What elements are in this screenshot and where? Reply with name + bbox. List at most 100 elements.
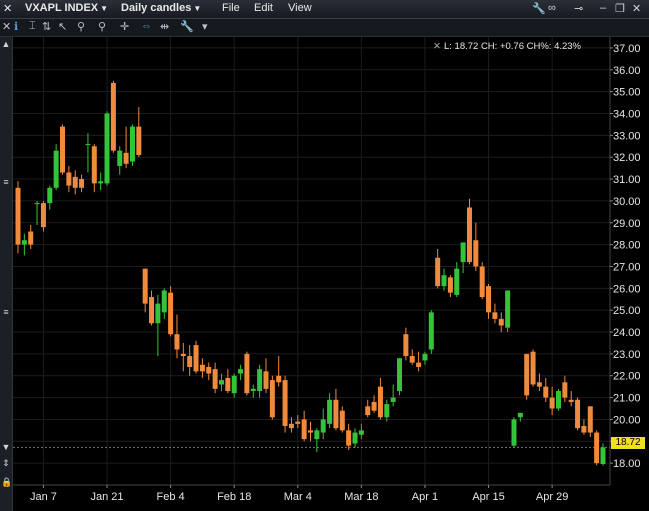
tools-icon[interactable]: 🔧 bbox=[180, 20, 194, 33]
candle-body bbox=[384, 404, 390, 418]
wrench-icon[interactable]: 🔧 bbox=[532, 2, 546, 15]
info-icon[interactable]: ℹ bbox=[14, 20, 18, 33]
candle-body bbox=[129, 126, 135, 162]
crosshair-icon[interactable]: ✛ bbox=[120, 20, 129, 33]
candle-body bbox=[403, 334, 409, 357]
crosshair-off-icon[interactable]: ✕ bbox=[2, 20, 11, 33]
candle-body bbox=[250, 388, 256, 392]
lock-icon[interactable]: 🔒 bbox=[1, 477, 12, 488]
y-tick-label: 34.00 bbox=[613, 108, 641, 120]
candle-body bbox=[339, 410, 345, 431]
chain-icon[interactable]: ⊸ bbox=[574, 2, 583, 15]
minimize-icon[interactable]: – bbox=[600, 2, 606, 14]
period-dropdown[interactable]: Daily candles ▼ bbox=[121, 2, 201, 14]
candle-body bbox=[314, 430, 320, 440]
candlestick-chart[interactable]: 18.0019.0020.0021.0022.0023.0024.0025.00… bbox=[0, 0, 649, 511]
chevron-down-icon: ▼ bbox=[100, 4, 109, 13]
y-tick-label: 30.00 bbox=[613, 196, 641, 208]
candle bbox=[53, 144, 59, 190]
y-tick-label: 24.00 bbox=[613, 327, 641, 339]
vertical-range-icon[interactable]: ⇔ bbox=[141, 20, 152, 32]
close-icon[interactable]: ✕ bbox=[3, 2, 12, 15]
close-window-icon[interactable]: ✕ bbox=[632, 2, 641, 15]
scroll-down-icon[interactable]: ▼ bbox=[1, 442, 11, 452]
zoom-handle-icon[interactable]: ⇕ bbox=[1, 458, 11, 469]
candle-body bbox=[498, 318, 504, 326]
candle-body bbox=[110, 82, 116, 151]
candle-body bbox=[66, 172, 72, 186]
candle-body bbox=[72, 176, 78, 188]
y-tick-label: 27.00 bbox=[613, 261, 641, 273]
candle-body bbox=[193, 345, 199, 372]
x-tick-label: Jan 21 bbox=[91, 491, 124, 503]
splitter-handle-icon[interactable]: ≡ bbox=[1, 307, 11, 317]
candle-body bbox=[60, 126, 66, 173]
candle-body bbox=[435, 257, 441, 287]
candle bbox=[110, 80, 116, 153]
candle-body bbox=[473, 240, 479, 267]
candle-body bbox=[575, 399, 581, 429]
candle bbox=[15, 181, 21, 254]
candle-body bbox=[40, 203, 46, 228]
candle-body bbox=[486, 286, 492, 313]
candle-body bbox=[492, 312, 498, 319]
candle bbox=[168, 286, 174, 337]
candle-body bbox=[28, 231, 34, 245]
x-tick-label: Feb 4 bbox=[157, 491, 185, 503]
pointer-icon[interactable]: ↖ bbox=[58, 20, 67, 33]
candle-body bbox=[257, 369, 263, 392]
candle-body bbox=[543, 386, 549, 398]
y-tick-label: 32.00 bbox=[613, 152, 641, 164]
candle-body bbox=[21, 240, 27, 245]
candle bbox=[587, 406, 593, 437]
period-label: Daily candles bbox=[121, 2, 192, 14]
menu-edit[interactable]: Edit bbox=[254, 2, 273, 14]
scroll-up-icon[interactable]: ▲ bbox=[1, 39, 11, 49]
candle bbox=[244, 351, 250, 396]
chevron-down-icon: ▼ bbox=[193, 4, 202, 13]
menu-view[interactable]: View bbox=[288, 2, 312, 14]
horizontal-range-icon[interactable]: ⇹ bbox=[160, 20, 169, 33]
y-tick-label: 31.00 bbox=[613, 174, 641, 186]
candle-body bbox=[295, 421, 301, 424]
y-tick-label: 29.00 bbox=[613, 218, 641, 230]
candle-body bbox=[104, 113, 110, 184]
candle-body bbox=[238, 369, 244, 374]
link-icon[interactable]: ∞ bbox=[548, 2, 556, 14]
candle-body bbox=[288, 423, 294, 429]
menu-file[interactable]: File bbox=[222, 2, 240, 14]
symbol-dropdown[interactable]: VXAPL INDEX ▼ bbox=[25, 2, 108, 14]
candle-body bbox=[98, 181, 104, 184]
candle-body bbox=[187, 356, 193, 367]
quote-info: ✕ L: 18.72 CH: +0.76 CH%: 4.23% bbox=[433, 41, 581, 52]
candle-body bbox=[225, 377, 231, 392]
candle-body bbox=[428, 312, 434, 350]
candle-body bbox=[530, 351, 536, 385]
symbol-label: VXAPL INDEX bbox=[25, 2, 99, 14]
splitter-handle-icon[interactable]: ≡ bbox=[1, 177, 11, 187]
candle-body bbox=[142, 268, 148, 304]
zoom-out-icon[interactable]: ⚲ bbox=[98, 20, 106, 33]
pan-icon[interactable]: ⇅ bbox=[42, 20, 51, 33]
restore-icon[interactable]: ❐ bbox=[615, 2, 625, 15]
dropdown-icon[interactable]: ▾ bbox=[202, 20, 208, 33]
candle-body bbox=[161, 290, 167, 313]
candle-body bbox=[85, 144, 91, 146]
candle-body bbox=[352, 432, 358, 444]
candle-body bbox=[263, 371, 269, 389]
candle-body bbox=[53, 150, 59, 188]
candle-body bbox=[377, 386, 383, 418]
candle-body bbox=[549, 397, 555, 409]
close-info-icon[interactable]: ✕ bbox=[433, 41, 441, 52]
y-tick-label: 33.00 bbox=[613, 130, 641, 142]
candle-body bbox=[218, 380, 224, 385]
candle-body bbox=[568, 399, 574, 402]
x-tick-label: Jan 7 bbox=[30, 491, 57, 503]
bar-style-icon[interactable]: ⌶ bbox=[29, 20, 36, 33]
y-tick-label: 26.00 bbox=[613, 283, 641, 295]
candle-body bbox=[282, 380, 288, 426]
x-tick-label: Apr 29 bbox=[536, 491, 568, 503]
candle-body bbox=[479, 266, 485, 298]
candle-body bbox=[390, 397, 396, 402]
zoom-in-icon[interactable]: ⚲ bbox=[77, 20, 85, 33]
